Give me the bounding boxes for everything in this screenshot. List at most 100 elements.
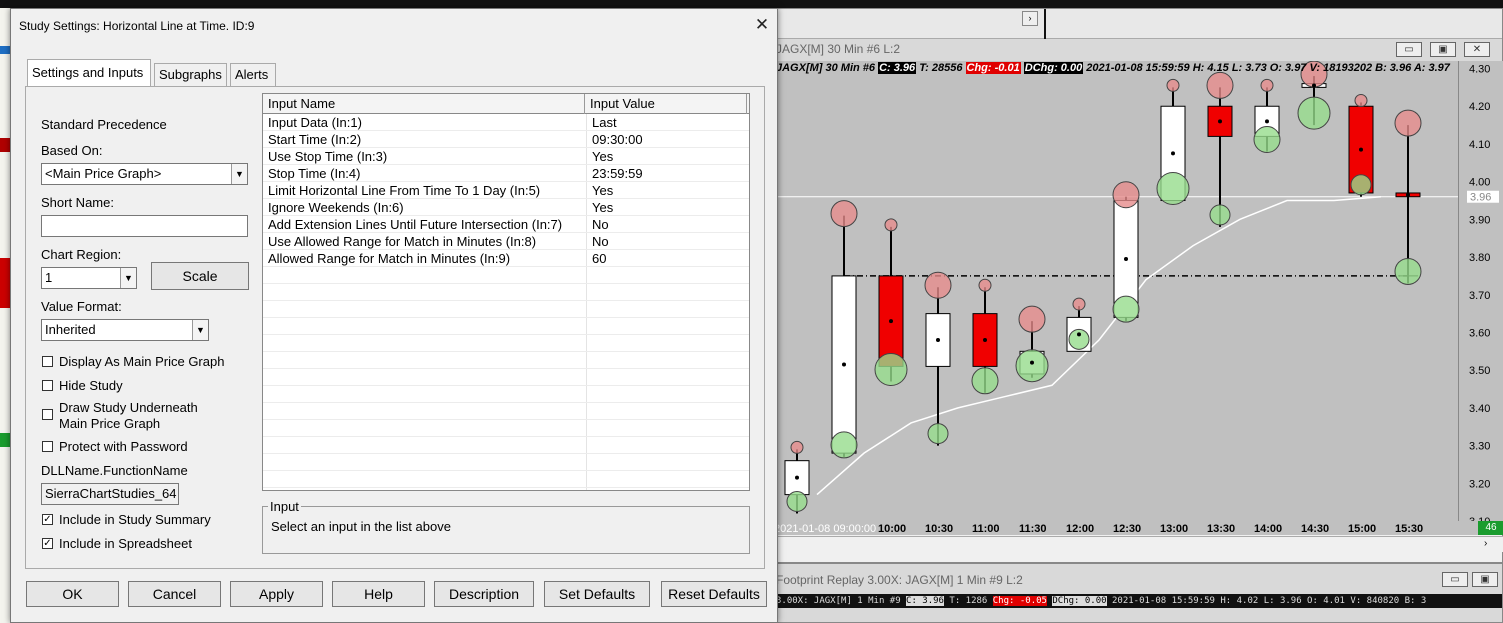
- minimize-icon[interactable]: ▭: [1396, 42, 1422, 57]
- input-value-cell[interactable]: Last: [592, 114, 742, 131]
- price-dot: [1312, 83, 1316, 88]
- table-row[interactable]: Use Allowed Range for Match in Minutes (…: [263, 233, 749, 250]
- ok-button[interactable]: OK: [26, 581, 119, 607]
- footprint-window-title: Footprint Replay 3.00X: JAGX[M] 1 Min #9…: [776, 573, 1023, 587]
- hide-study-checkbox[interactable]: [42, 380, 53, 391]
- set-defaults-button[interactable]: Set Defaults: [544, 581, 650, 607]
- time-axis-label: 11:00: [972, 523, 1000, 535]
- table-row: [263, 352, 749, 369]
- restore-icon[interactable]: ▣: [1430, 42, 1456, 57]
- input-value-cell[interactable]: Yes: [592, 199, 742, 216]
- volume-bubble: [830, 431, 858, 459]
- table-row[interactable]: Limit Horizontal Line From Time To 1 Day…: [263, 182, 749, 199]
- price-axis-label: 4.00: [1469, 177, 1490, 189]
- based-on-select[interactable]: <Main Price Graph> ▼: [41, 163, 248, 185]
- input-name-cell: Input Data (In:1): [268, 115, 362, 130]
- table-row[interactable]: Input Data (In:1) Last: [263, 114, 749, 131]
- input-name-cell: Add Extension Lines Until Future Interse…: [268, 217, 563, 232]
- volume-bubble: [1394, 257, 1422, 285]
- protect-password-checkbox[interactable]: [42, 441, 53, 452]
- volume-bubble: [1068, 328, 1090, 350]
- draw-underneath-checkbox[interactable]: [42, 409, 53, 420]
- footprint-info-dchg: DChg: 0.00: [1052, 596, 1107, 606]
- table-row: [263, 471, 749, 488]
- table-row: [263, 403, 749, 420]
- time-axis-label: 15:30: [1395, 523, 1423, 535]
- scroll-arrow-icon[interactable]: ›: [1022, 11, 1038, 26]
- input-value-cell[interactable]: Yes: [592, 148, 742, 165]
- cancel-button[interactable]: Cancel: [128, 581, 221, 607]
- footprint-info-close: C: 3.96: [906, 596, 944, 606]
- footprint-info-trades: T: 1286: [949, 596, 988, 606]
- table-row: [263, 318, 749, 335]
- inputs-grid[interactable]: Input Name Input Value Input Data (In:1)…: [262, 93, 750, 491]
- chart-plot-area[interactable]: [772, 60, 1458, 521]
- time-axis-label: 15:00: [1348, 523, 1376, 535]
- chart-horizontal-scrollbar[interactable]: ›: [772, 536, 1503, 552]
- tab-subgraphs[interactable]: Subgraphs: [154, 63, 227, 87]
- value-format-select[interactable]: Inherited ▼: [41, 319, 209, 341]
- input-value-cell[interactable]: No: [592, 216, 742, 233]
- time-axis-label: 10:00: [878, 523, 906, 535]
- display-as-main-label: Display As Main Price Graph: [59, 354, 225, 369]
- price-dot: [983, 338, 987, 343]
- table-row[interactable]: Add Extension Lines Until Future Interse…: [263, 216, 749, 233]
- display-as-main-checkbox[interactable]: [42, 356, 53, 367]
- grid-header-input-name[interactable]: Input Name: [263, 94, 585, 114]
- time-axis-label: 10:30: [925, 523, 953, 535]
- input-name-cell: Limit Horizontal Line From Time To 1 Day…: [268, 183, 541, 198]
- include-spreadsheet-checkbox[interactable]: ✓: [42, 538, 53, 549]
- tab-alerts[interactable]: Alerts: [230, 63, 276, 87]
- scroll-right-icon[interactable]: ›: [1484, 538, 1487, 549]
- price-dot: [1265, 119, 1269, 124]
- table-row[interactable]: Ignore Weekends (In:6) Yes: [263, 199, 749, 216]
- short-name-input[interactable]: [41, 215, 248, 237]
- grid-header-input-value[interactable]: Input Value: [585, 94, 747, 114]
- input-help-text: Select an input in the list above: [271, 519, 451, 534]
- price-dot: [1218, 119, 1222, 124]
- input-value-cell[interactable]: 23:59:59: [592, 165, 742, 182]
- table-row[interactable]: Use Stop Time (In:3) Yes: [263, 148, 749, 165]
- description-button[interactable]: Description: [434, 581, 534, 607]
- tab-settings-and-inputs[interactable]: Settings and Inputs: [27, 59, 151, 87]
- time-axis-label: 11:30: [1019, 523, 1047, 535]
- help-button[interactable]: Help: [332, 581, 425, 607]
- restore-icon[interactable]: ▣: [1472, 572, 1498, 587]
- scale-button[interactable]: Scale: [151, 262, 249, 290]
- protect-password-label: Protect with Password: [59, 439, 188, 454]
- table-row[interactable]: Start Time (In:2) 09:30:00: [263, 131, 749, 148]
- hide-study-label: Hide Study: [59, 378, 123, 393]
- volume-bubble: [830, 200, 858, 228]
- table-row[interactable]: Allowed Range for Match in Minutes (In:9…: [263, 250, 749, 267]
- price-chart-svg: [772, 60, 1458, 514]
- time-axis-label: 13:30: [1207, 523, 1235, 535]
- input-value-cell[interactable]: Yes: [592, 182, 742, 199]
- chart-region-select[interactable]: 1 ▼: [41, 267, 137, 289]
- apply-button[interactable]: Apply: [230, 581, 323, 607]
- chart-titlebar[interactable]: JAGX[M] 30 Min #6 L:2 ▭ ▣ ✕: [772, 39, 1502, 61]
- table-row: [263, 284, 749, 301]
- close-icon[interactable]: ✕: [752, 15, 772, 35]
- input-name-cell: Use Allowed Range for Match in Minutes (…: [268, 234, 537, 249]
- close-icon[interactable]: ✕: [1464, 42, 1490, 57]
- dll-field[interactable]: SierraChartStudies_64: [41, 483, 179, 505]
- input-name-cell: Stop Time (In:4): [268, 166, 361, 181]
- volume-bubble: [978, 278, 992, 292]
- table-row[interactable]: Stop Time (In:4) 23:59:59: [263, 165, 749, 182]
- time-axis-label: 14:00: [1254, 523, 1282, 535]
- price-axis-label: 3.80: [1469, 252, 1490, 264]
- chart-top-band: ›: [772, 9, 1502, 39]
- background-top-strip: [0, 0, 1503, 8]
- reset-defaults-button[interactable]: Reset Defaults: [661, 581, 767, 607]
- footprint-window[interactable]: Footprint Replay 3.00X: JAGX[M] 1 Min #9…: [771, 563, 1503, 623]
- time-axis-label: 2021-01-08 09:00:00: [774, 523, 876, 535]
- include-summary-checkbox[interactable]: ✓: [42, 514, 53, 525]
- input-value-cell[interactable]: 60: [592, 250, 742, 267]
- minimize-icon[interactable]: ▭: [1442, 572, 1468, 587]
- volume-bubble: [1260, 78, 1274, 92]
- based-on-label: Based On:: [41, 143, 103, 158]
- chart-info-dchg: DChg: 0.00: [1023, 62, 1084, 74]
- input-value-cell[interactable]: No: [592, 233, 742, 250]
- input-value-cell[interactable]: 09:30:00: [592, 131, 742, 148]
- input-name-cell: Use Stop Time (In:3): [268, 149, 388, 164]
